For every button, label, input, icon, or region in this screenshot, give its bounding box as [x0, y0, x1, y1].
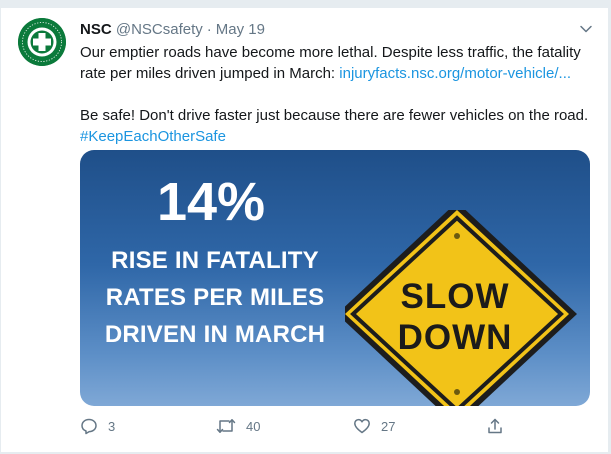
- retweet-button[interactable]: 40: [216, 414, 260, 438]
- image-headline: RISE IN FATALITY RATES PER MILES DRIVEN …: [104, 247, 326, 348]
- sign-line-1: SLOW: [400, 277, 510, 316]
- tweet-header: NSC @NSCsafety · May 19: [80, 20, 591, 40]
- tweet-date[interactable]: May 19: [216, 21, 265, 38]
- hashtag-link[interactable]: #KeepEachOtherSafe: [80, 128, 226, 145]
- like-button[interactable]: 27: [353, 414, 395, 438]
- reply-icon: [81, 418, 97, 435]
- tweet-paragraph-2: Be safe! Don't drive faster just because…: [80, 105, 590, 126]
- reply-button[interactable]: 3: [80, 414, 115, 438]
- tweet-link[interactable]: injuryfacts.nsc.org/motor-vehicle/...: [339, 65, 571, 82]
- avatar[interactable]: [18, 18, 66, 66]
- tweet-actions: 3 40 27: [80, 414, 590, 438]
- nsc-logo-icon: [18, 18, 66, 66]
- timeline-left-border: [0, 0, 1, 454]
- tweet-paragraph-3: #KeepEachOtherSafe: [80, 126, 590, 147]
- sign-text: SLOW DOWN: [345, 276, 565, 358]
- more-options-icon[interactable]: [579, 22, 593, 36]
- tweet-image[interactable]: 14% RISE IN FATALITY RATES PER MILES DRI…: [80, 150, 590, 406]
- reply-count: 3: [108, 418, 116, 434]
- heart-icon: [354, 418, 370, 434]
- sign-line-2: DOWN: [397, 318, 513, 357]
- image-percent: 14%: [156, 172, 266, 232]
- timeline-top-border: [0, 0, 611, 8]
- tweet-paragraph-1: Our emptier roads have become more letha…: [80, 42, 590, 84]
- tweet-text: Our emptier roads have become more letha…: [80, 42, 590, 147]
- header-separator: ·: [206, 21, 212, 38]
- author-handle[interactable]: @NSCsafety: [116, 21, 203, 38]
- author-name[interactable]: NSC: [80, 21, 112, 38]
- tweet-line-2: Be safe! Don't drive faster just because…: [80, 107, 589, 124]
- retweet-count: 40: [246, 418, 261, 434]
- slow-down-sign: SLOW DOWN: [345, 210, 590, 406]
- like-count: 27: [381, 418, 396, 434]
- share-icon: [488, 418, 502, 434]
- share-button[interactable]: [486, 414, 504, 438]
- retweet-icon: [216, 419, 236, 433]
